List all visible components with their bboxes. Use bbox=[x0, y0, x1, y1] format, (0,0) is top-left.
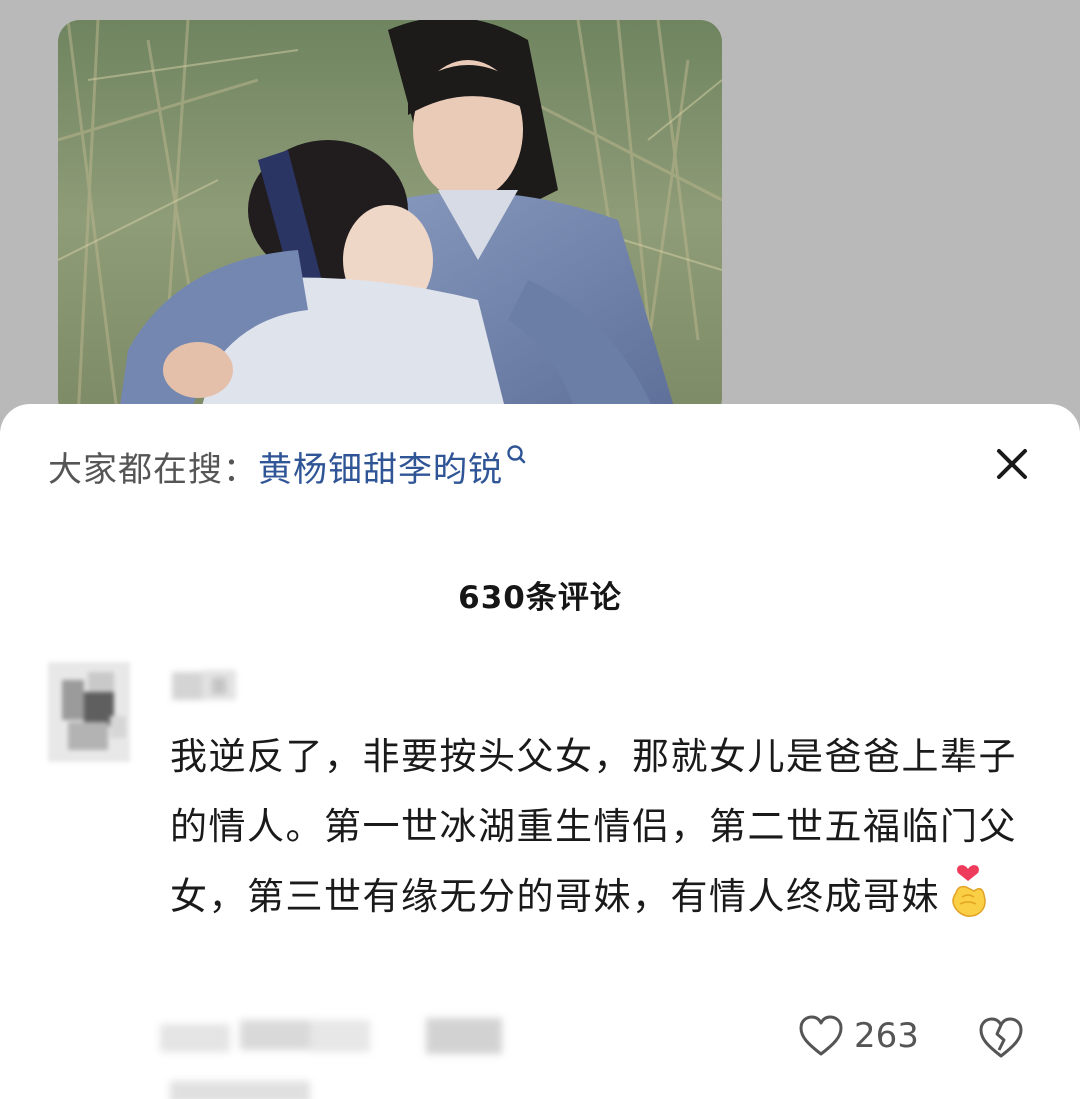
comment-meta bbox=[160, 1014, 520, 1060]
trending-search-keyword[interactable]: 黄杨钿甜李昀锐 bbox=[258, 442, 503, 491]
close-button[interactable] bbox=[992, 444, 1032, 484]
comment-count-title: 630条评论 bbox=[458, 580, 622, 616]
broken-heart-icon bbox=[979, 1017, 1023, 1058]
video-frame[interactable] bbox=[58, 20, 722, 420]
dislike-button[interactable] bbox=[978, 1014, 1024, 1060]
like-button[interactable]: 263 bbox=[798, 1014, 919, 1058]
avatar[interactable] bbox=[48, 662, 130, 762]
comment-sheet: 大家都在搜： 黄杨钿甜李昀锐 630条评论 我逆反了，非要按头父女，那就女儿是爸… bbox=[0, 404, 1080, 1099]
username[interactable] bbox=[172, 668, 236, 702]
trending-search-prefix: 大家都在搜： bbox=[48, 449, 258, 490]
comment-item: 我逆反了，非要按头父女，那就女儿是爸爸上辈子的情人。第一世冰湖重生情侣，第二世五… bbox=[0, 652, 1080, 1099]
like-count: 263 bbox=[854, 1016, 919, 1056]
comment-body: 我逆反了，非要按头父女，那就女儿是爸爸上辈子的情人。第一世冰湖重生情侣，第二世五… bbox=[170, 735, 1017, 918]
view-replies[interactable] bbox=[170, 1077, 310, 1099]
trending-search-bar[interactable]: 大家都在搜： 黄杨钿甜李昀锐 bbox=[48, 442, 1032, 491]
video-still-image bbox=[58, 20, 722, 420]
heart-hands-icon bbox=[946, 863, 990, 919]
comment-text: 我逆反了，非要按头父女，那就女儿是爸爸上辈子的情人。第一世冰湖重生情侣，第二世五… bbox=[170, 722, 1050, 932]
close-icon bbox=[997, 449, 1027, 479]
search-icon[interactable] bbox=[505, 444, 529, 474]
heart-icon bbox=[799, 1015, 843, 1056]
